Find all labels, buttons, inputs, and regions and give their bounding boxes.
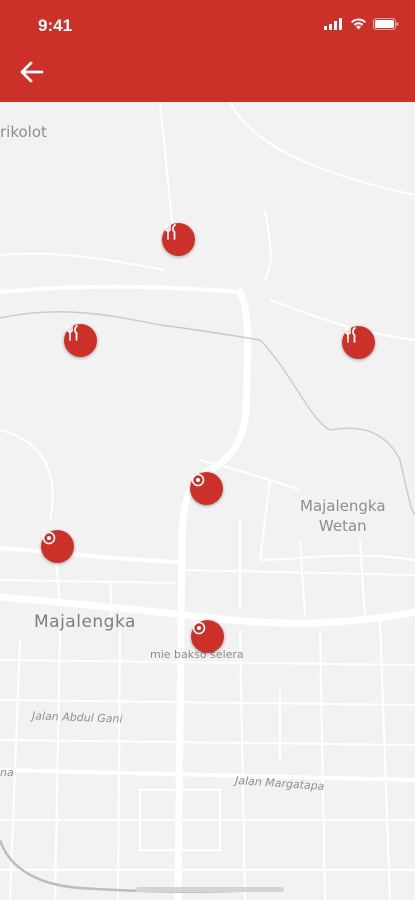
wifi-icon [351,18,366,30]
place-marker-icon [42,531,56,545]
street-label-na: na [0,766,14,779]
place-marker[interactable] [190,472,223,505]
place-marker-icon [192,621,206,635]
place-marker-icon [191,473,205,487]
map-view[interactable]: rikolot Majalengka Wetan Majalengka mie … [0,102,415,900]
area-label-majalengka-wetan: Majalengka Wetan [300,497,386,535]
app-header: 9:41 [0,0,415,102]
status-icons [324,18,399,30]
restaurant-marker[interactable] [162,223,195,256]
poi-label-mie-bakso: mie bakso selera [150,648,244,661]
status-time: 9:41 [38,16,73,35]
battery-icon [373,18,399,30]
place-marker[interactable] [191,620,224,653]
restaurant-marker[interactable] [64,324,97,357]
fork-knife-icon [165,224,176,240]
arrow-left-icon [20,61,44,83]
fork-knife-icon [345,327,356,343]
place-marker[interactable] [41,530,74,563]
back-button[interactable] [18,58,46,86]
restaurant-marker[interactable] [342,326,375,359]
signal-icon [324,18,342,30]
home-indicator [136,887,284,892]
fork-knife-icon [67,325,78,341]
town-label-majalengka: Majalengka [34,612,136,632]
area-label-rikolot: rikolot [0,123,47,141]
